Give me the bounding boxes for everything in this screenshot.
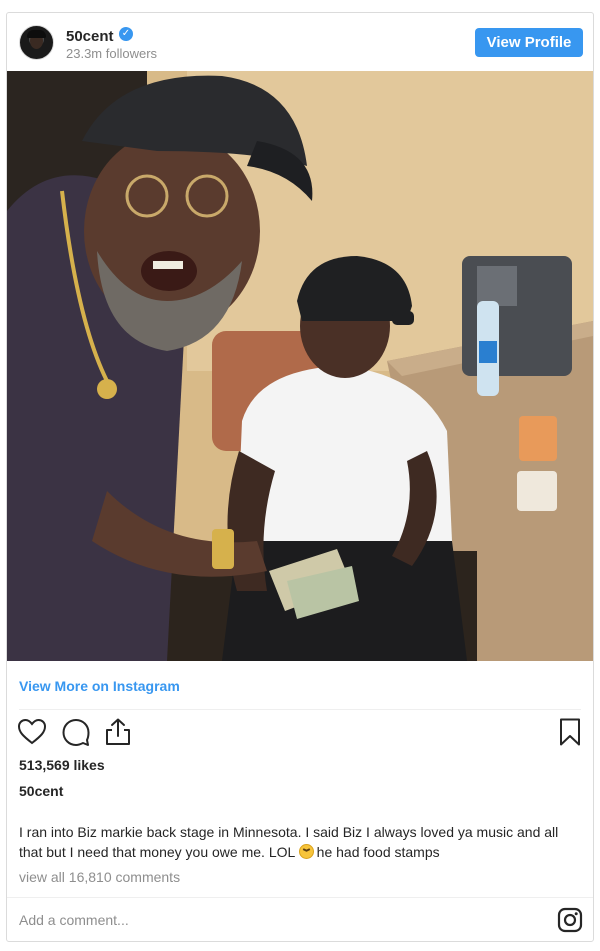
verified-badge-icon: ✓ xyxy=(119,27,133,41)
comment-bubble-icon[interactable] xyxy=(61,717,91,747)
instagram-embed-card: 50cent ✓ 23.3m followers View Profile Vi… xyxy=(6,12,594,942)
avatar[interactable] xyxy=(19,25,54,60)
heart-icon[interactable] xyxy=(17,717,47,747)
post-header: 50cent ✓ 23.3m followers View Profile xyxy=(7,13,593,71)
share-icon[interactable] xyxy=(103,717,133,747)
instagram-logo-icon[interactable] xyxy=(557,907,583,933)
post-photo[interactable] xyxy=(7,71,593,661)
bookmark-icon[interactable] xyxy=(555,717,585,747)
action-bar xyxy=(15,717,585,749)
grinning-squinting-face-emoji xyxy=(298,844,314,859)
caption-text-end: he had food stamps xyxy=(316,844,440,860)
avatar-cap xyxy=(27,30,46,38)
caption: I ran into Biz markie back stage in Minn… xyxy=(19,822,584,862)
add-comment-input[interactable] xyxy=(19,907,539,933)
view-all-comments-link[interactable]: view all 16,810 comments xyxy=(19,869,180,885)
view-profile-button[interactable]: View Profile xyxy=(475,28,583,57)
caption-text: I ran into Biz markie back stage in Minn… xyxy=(19,824,559,860)
view-more-link[interactable]: View More on Instagram xyxy=(19,678,180,694)
username[interactable]: 50cent xyxy=(66,28,114,45)
divider xyxy=(7,897,593,898)
follower-count: 23.3m followers xyxy=(66,46,158,61)
caption-username[interactable]: 50cent xyxy=(19,783,63,799)
divider xyxy=(19,709,581,710)
like-count[interactable]: 513,569 likes xyxy=(19,757,105,773)
